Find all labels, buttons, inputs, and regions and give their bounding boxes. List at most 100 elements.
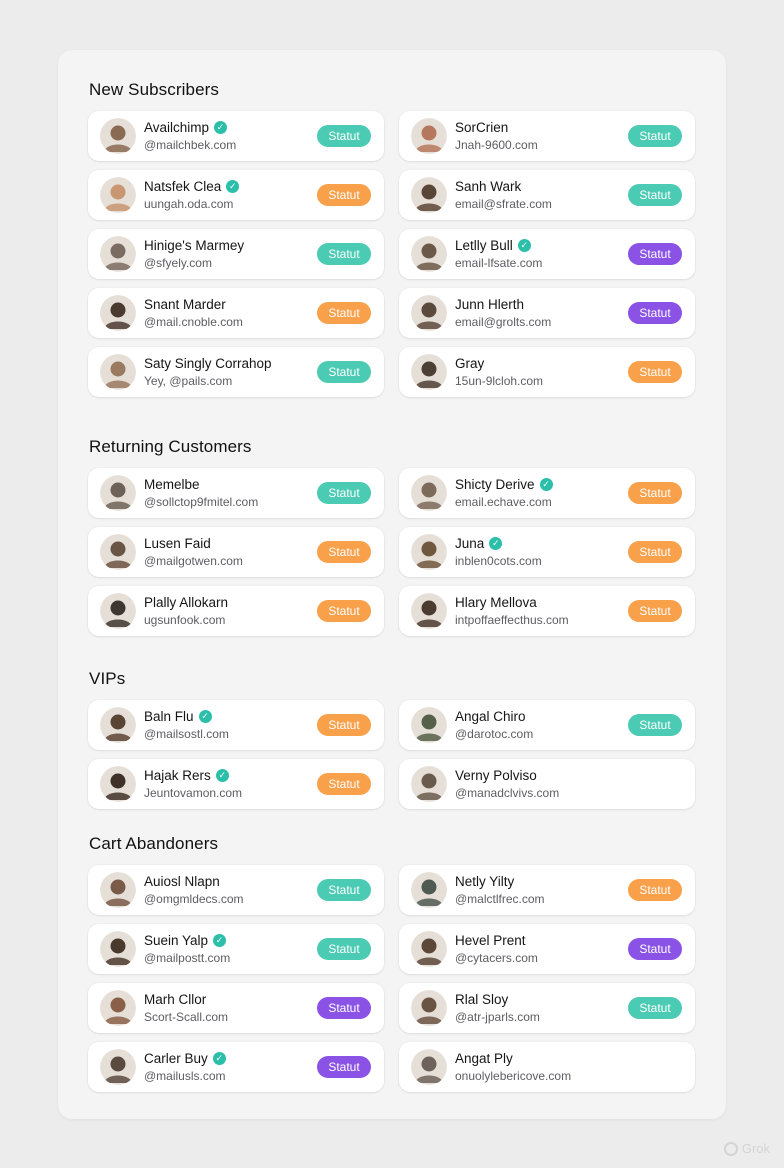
status-badge[interactable]: Statut (317, 125, 371, 147)
contact-card[interactable]: Netly Yilty @malctlfrec.com Statut (399, 865, 695, 915)
contact-card[interactable]: Shicty Derive ✓ email.echave.com Statut (399, 468, 695, 518)
avatar[interactable] (411, 990, 447, 1026)
person-photo-icon (100, 593, 136, 629)
contact-card[interactable]: Juna ✓ inblen0cots.com Statut (399, 527, 695, 577)
person-photo-icon (411, 118, 447, 154)
avatar[interactable] (411, 354, 447, 390)
contact-card[interactable]: Hevel Prent @cytacers.com Statut (399, 924, 695, 974)
avatar[interactable] (100, 707, 136, 743)
status-badge[interactable]: Statut (317, 773, 371, 795)
contact-card[interactable]: Junn Hlerth email@grolts.com Statut (399, 288, 695, 338)
avatar[interactable] (411, 766, 447, 802)
avatar[interactable] (411, 707, 447, 743)
contact-card[interactable]: Sanh Wark email@sfrate.com Statut (399, 170, 695, 220)
contact-card[interactable]: Hajak Rers ✓ Jeuntovamon.com Statut (88, 759, 384, 809)
status-badge[interactable]: Statut (628, 600, 682, 622)
contact-card[interactable]: Auiosl Nlapn @omgmldecs.com Statut (88, 865, 384, 915)
contact-card[interactable]: Angal Chiro @darotoc.com Statut (399, 700, 695, 750)
avatar[interactable] (100, 534, 136, 570)
avatar[interactable] (100, 475, 136, 511)
status-badge[interactable]: Statut (317, 243, 371, 265)
contact-name-row: Natsfek Clea ✓ (144, 179, 240, 194)
avatar[interactable] (100, 295, 136, 331)
contact-name-row: Marh Cllor (144, 992, 206, 1007)
status-badge[interactable]: Statut (317, 302, 371, 324)
status-badge[interactable]: Statut (628, 938, 682, 960)
contact-name: Hinige's Marmey (144, 238, 245, 253)
contact-name: Lusen Faid (144, 536, 211, 551)
contact-card[interactable]: Lusen Faid @mailgotwen.com Statut (88, 527, 384, 577)
status-badge[interactable]: Statut (628, 125, 682, 147)
contact-card[interactable]: Snant Marder @mail.cnoble.com Statut (88, 288, 384, 338)
avatar[interactable] (411, 534, 447, 570)
contact-card[interactable]: Natsfek Clea ✓ uungah.oda.com Statut (88, 170, 384, 220)
contact-card[interactable]: Baln Flu ✓ @mailsostl.com Statut (88, 700, 384, 750)
contact-card[interactable]: Carler Buy ✓ @mailusls.com Statut (88, 1042, 384, 1092)
contact-name: Sanh Wark (455, 179, 522, 194)
status-badge[interactable]: Statut (317, 938, 371, 960)
avatar[interactable] (411, 236, 447, 272)
status-badge[interactable]: Statut (628, 714, 682, 736)
avatar[interactable] (411, 177, 447, 213)
contact-email: @darotoc.com (455, 727, 534, 741)
avatar[interactable] (100, 236, 136, 272)
person-photo-icon (100, 475, 136, 511)
contact-name-row: Memelbe (144, 477, 200, 492)
contact-card[interactable]: Gray 15un-9lcloh.com Statut (399, 347, 695, 397)
contact-card[interactable]: SorCrien Jnah-9600.com Statut (399, 111, 695, 161)
avatar[interactable] (100, 872, 136, 908)
avatar[interactable] (411, 872, 447, 908)
status-badge[interactable]: Statut (317, 361, 371, 383)
section-title-new-subscribers: New Subscribers (89, 80, 219, 99)
contact-card[interactable]: Plally Allokarn ugsunfook.com Statut (88, 586, 384, 636)
status-badge[interactable]: Statut (317, 482, 371, 504)
contact-card[interactable]: Suein Yalp ✓ @mailpostt.com Statut (88, 924, 384, 974)
contact-email: ugsunfook.com (144, 613, 226, 627)
status-badge[interactable]: Statut (317, 1056, 371, 1078)
avatar[interactable] (100, 931, 136, 967)
contact-card[interactable]: Availchimp ✓ @mailchbek.com Statut (88, 111, 384, 161)
contact-email: email.echave.com (455, 495, 552, 509)
contact-email: Scort-Scall.com (144, 1010, 229, 1024)
avatar[interactable] (100, 354, 136, 390)
status-badge[interactable]: Statut (317, 600, 371, 622)
contact-card[interactable]: Angat Ply onuolylebericove.com (399, 1042, 695, 1092)
avatar[interactable] (100, 990, 136, 1026)
contact-card[interactable]: Marh Cllor Scort-Scall.com Statut (88, 983, 384, 1033)
avatar[interactable] (100, 593, 136, 629)
contact-card[interactable]: Verny Polviso @manadclvivs.com (399, 759, 695, 809)
contact-name: Hajak Rers (144, 768, 211, 783)
avatar[interactable] (411, 931, 447, 967)
avatar[interactable] (411, 118, 447, 154)
status-badge[interactable]: Statut (317, 997, 371, 1019)
contact-email: @mailpostt.com (144, 951, 231, 965)
avatar[interactable] (411, 593, 447, 629)
status-badge[interactable]: Statut (317, 879, 371, 901)
avatar[interactable] (100, 1049, 136, 1085)
status-badge[interactable]: Statut (628, 879, 682, 901)
status-badge[interactable]: Statut (317, 541, 371, 563)
status-badge[interactable]: Statut (628, 482, 682, 504)
status-badge[interactable]: Statut (628, 997, 682, 1019)
verified-check-icon: ✓ (517, 239, 531, 252)
contact-card[interactable]: Hlary Mellova intpoffaeffecthus.com Statut (399, 586, 695, 636)
person-photo-icon (411, 177, 447, 213)
contact-card[interactable]: Saty Singly Corrahop Yey, @pails.com Statu… (88, 347, 384, 397)
contact-card[interactable]: Rlal Sloy @atr-jparls.com Statut (399, 983, 695, 1033)
avatar[interactable] (100, 177, 136, 213)
avatar[interactable] (100, 118, 136, 154)
contact-card[interactable]: Memelbe @sollctop9fmitel.com Statut (88, 468, 384, 518)
status-badge[interactable]: Statut (317, 184, 371, 206)
avatar[interactable] (411, 1049, 447, 1085)
avatar[interactable] (100, 766, 136, 802)
status-badge[interactable]: Statut (628, 243, 682, 265)
avatar[interactable] (411, 475, 447, 511)
contact-card[interactable]: Hinige's Marmey @sfyely.com Statut (88, 229, 384, 279)
status-badge[interactable]: Statut (628, 541, 682, 563)
status-badge[interactable]: Statut (628, 361, 682, 383)
status-badge[interactable]: Statut (628, 302, 682, 324)
avatar[interactable] (411, 295, 447, 331)
status-badge[interactable]: Statut (317, 714, 371, 736)
contact-card[interactable]: Letlly Bull ✓ email-lfsate.com Statut (399, 229, 695, 279)
status-badge[interactable]: Statut (628, 184, 682, 206)
